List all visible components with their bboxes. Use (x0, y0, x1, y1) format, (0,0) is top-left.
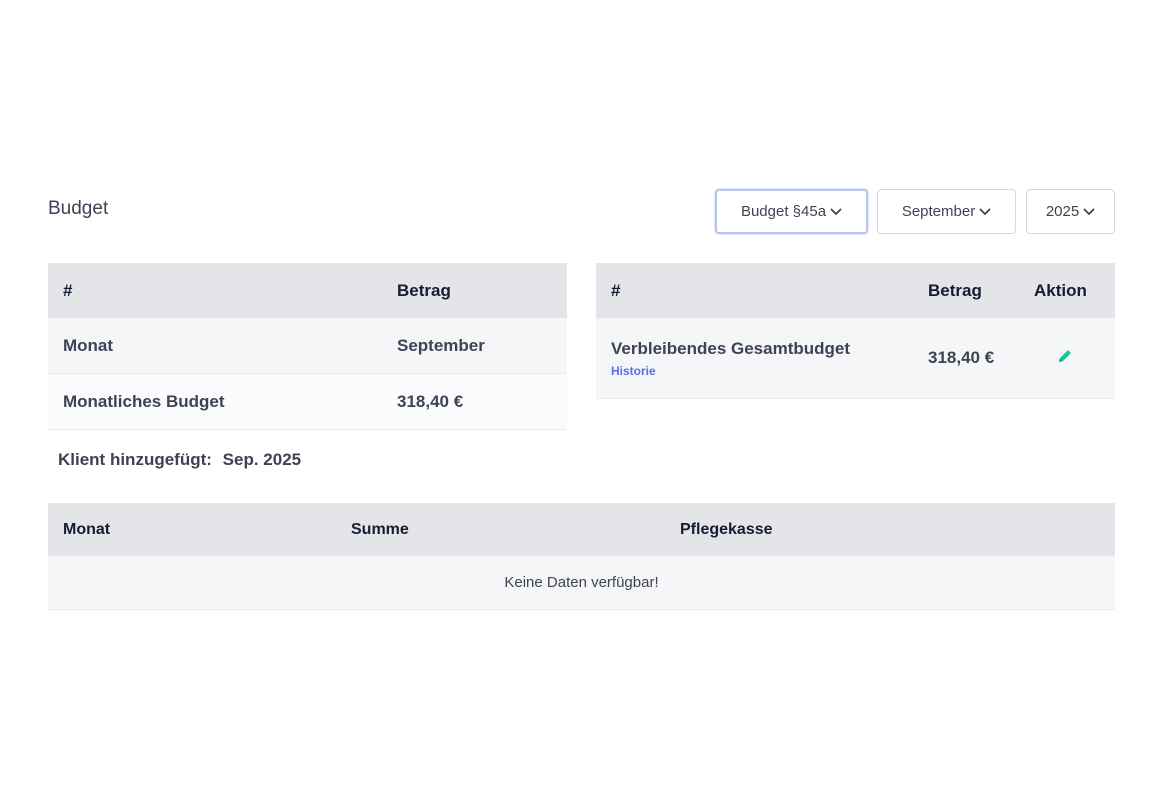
row-value: 318,40 € (928, 348, 995, 367)
row-label-cell: Verbleibendes Gesamtbudget Historie (596, 339, 912, 378)
table-header: Monat Summe Pflegekasse (48, 503, 1115, 556)
column-header: # (63, 280, 73, 300)
column-header: Pflegekasse (680, 520, 773, 538)
column-header: Monat (63, 520, 111, 538)
budget-table: # Betrag Monat September Monatliches Bud… (48, 263, 567, 430)
history-table: Monat Summe Pflegekasse Keine Daten verf… (48, 503, 1115, 610)
action-cell (1022, 347, 1115, 370)
table-row: Monat September (48, 318, 567, 374)
table-row: Monatliches Budget 318,40 € (48, 374, 567, 430)
row-value: September (397, 335, 485, 355)
column-header: Summe (351, 520, 409, 538)
chevron-down-icon (1083, 208, 1095, 215)
pencil-icon[interactable] (1056, 347, 1074, 365)
chevron-down-icon (979, 208, 991, 215)
budget-type-select[interactable]: Budget §45a (715, 189, 868, 234)
table-header: # Betrag Aktion (596, 263, 1115, 318)
table-row: Verbleibendes Gesamtbudget Historie 318,… (596, 318, 1115, 399)
table-header: # Betrag (48, 263, 567, 318)
empty-state-message: Keine Daten verfügbar! (48, 556, 1115, 610)
client-added-label: Klient hinzugefügt: (58, 450, 212, 469)
row-label: Monatliches Budget (63, 391, 225, 411)
column-header: # (611, 280, 621, 300)
column-header: Betrag (928, 280, 982, 300)
year-value: 2025 (1045, 203, 1080, 220)
row-label: Verbleibendes Gesamtbudget (611, 338, 851, 358)
column-header: Betrag (397, 280, 451, 300)
budget-type-value: Budget §45a (740, 203, 827, 220)
client-added-info: Klient hinzugefügt: Sep. 2025 (58, 450, 301, 470)
year-select[interactable]: 2025 (1026, 189, 1115, 234)
page-title: Budget (48, 198, 109, 219)
client-added-value: Sep. 2025 (222, 450, 302, 469)
row-value: 318,40 € (397, 391, 464, 411)
month-value: September (901, 203, 976, 220)
row-label: Monat (63, 335, 114, 355)
month-select[interactable]: September (877, 189, 1016, 234)
history-link[interactable]: Historie (611, 364, 912, 378)
remaining-budget-table: # Betrag Aktion Verbleibendes Gesamtbudg… (596, 263, 1115, 399)
chevron-down-icon (830, 208, 842, 215)
column-header: Aktion (1034, 280, 1087, 300)
